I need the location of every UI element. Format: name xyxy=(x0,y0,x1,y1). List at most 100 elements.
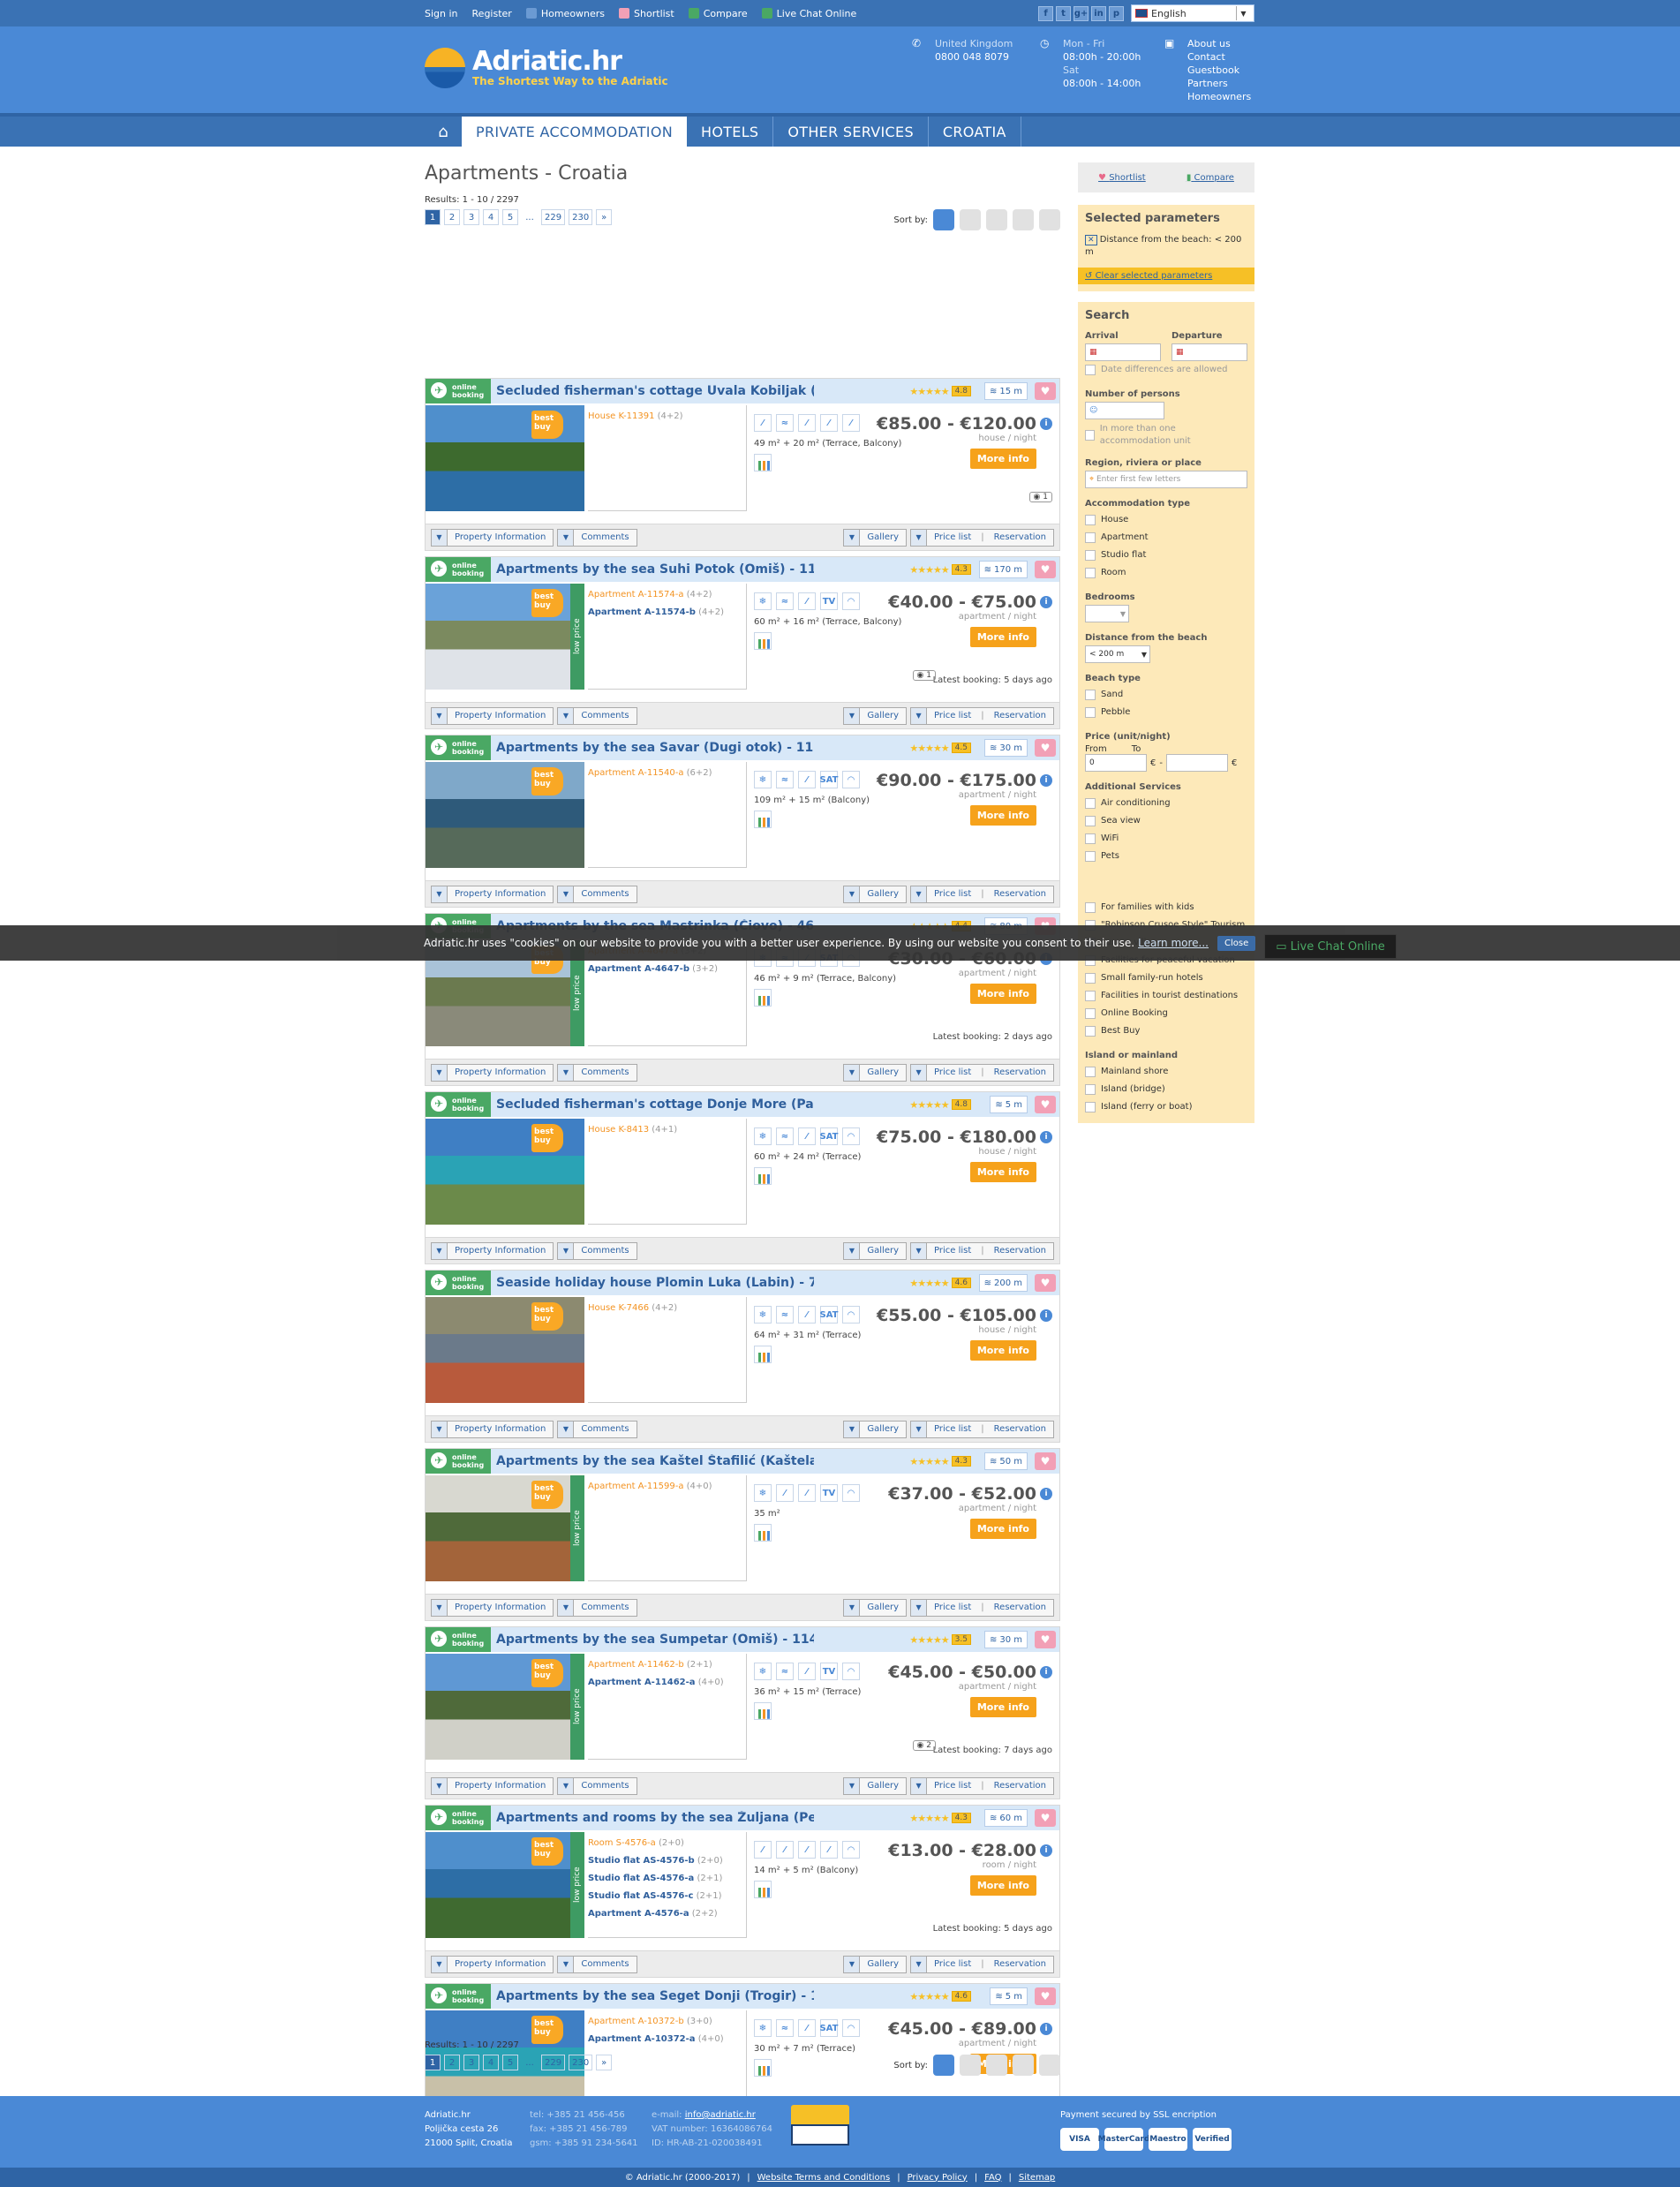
sort-rating-icon[interactable] xyxy=(1013,2055,1034,2076)
listing-title[interactable]: Seaside holiday house Plomin Luka (Labin… xyxy=(496,1276,814,1290)
unit-row[interactable]: Apartment A-11574-a (4+2) xyxy=(588,586,746,604)
sort-recommended-icon[interactable] xyxy=(933,209,954,230)
checkbox[interactable] xyxy=(1085,798,1096,809)
distance-select[interactable]: < 200 m ▼ xyxy=(1085,645,1150,663)
info-icon[interactable]: i xyxy=(1040,1131,1052,1143)
unit-row[interactable]: House K-7466 (4+2) xyxy=(588,1300,746,1317)
page-link[interactable]: 5 xyxy=(502,2055,518,2070)
property-information-button[interactable]: ▼ Property Information xyxy=(431,1420,554,1438)
nav-item-1[interactable]: HOTELS xyxy=(687,117,774,147)
page-link[interactable]: 2 xyxy=(444,2055,460,2070)
checkbox-option[interactable]: House xyxy=(1085,511,1247,529)
unit-row[interactable]: Studio flat AS-4576-b (2+0) xyxy=(588,1852,746,1870)
checkbox[interactable] xyxy=(1085,707,1096,718)
checkbox[interactable] xyxy=(1085,1067,1096,1077)
checkbox[interactable] xyxy=(1085,1102,1096,1112)
checkbox[interactable] xyxy=(1085,365,1096,375)
checkbox-option[interactable]: Best Buy xyxy=(1085,1022,1247,1040)
sort-rating-icon[interactable] xyxy=(1013,209,1034,230)
clear-parameters-link[interactable]: ↺ Clear selected parameters xyxy=(1078,268,1254,284)
checkbox-option[interactable]: Air conditioning xyxy=(1085,795,1247,812)
checkbox-option[interactable]: Sand xyxy=(1085,686,1247,704)
more-info-button[interactable]: More info xyxy=(969,1697,1036,1717)
nav-item-3[interactable]: CROATIA xyxy=(929,117,1021,147)
checkbox-option[interactable]: Room xyxy=(1085,564,1247,582)
add-shortlist-heart-icon[interactable]: ♥ xyxy=(1035,382,1056,400)
checkbox[interactable] xyxy=(1085,851,1096,862)
price-list-label[interactable]: Price list xyxy=(927,1959,978,1969)
sort-distance-icon[interactable] xyxy=(986,209,1007,230)
unit-name[interactable]: Studio flat AS-4576-a xyxy=(588,1874,694,1883)
reservation-label[interactable]: Reservation xyxy=(987,1781,1053,1791)
listing-photo[interactable]: best buy xyxy=(426,762,584,868)
unit-name[interactable]: Apartment A-4576-a xyxy=(588,1909,689,1919)
page-link[interactable]: 229 xyxy=(541,2055,566,2070)
listing-title[interactable]: Secluded fisherman's cottage Uvala Kobil… xyxy=(496,384,814,398)
sort-distance-icon[interactable] xyxy=(986,2055,1007,2076)
checkbox[interactable] xyxy=(1085,532,1096,543)
gallery-button[interactable]: ▼ Gallery xyxy=(843,1241,908,1260)
unit-name[interactable]: House K-7466 xyxy=(588,1303,649,1313)
listing-title[interactable]: Apartments by the sea Kaštel Štafilić (K… xyxy=(496,1454,814,1468)
cookie-close-button[interactable]: Close xyxy=(1217,935,1256,951)
checkbox-option[interactable]: WiFi xyxy=(1085,830,1247,848)
page-link[interactable]: 229 xyxy=(541,209,566,225)
checkbox[interactable] xyxy=(1085,902,1096,913)
compare-chart-icon[interactable] xyxy=(754,811,772,828)
more-info-button[interactable]: More info xyxy=(969,805,1036,826)
top-link-2[interactable]: Homeowners xyxy=(525,8,605,19)
unit-row[interactable]: House K-8413 (4+1) xyxy=(588,1121,746,1139)
comments-button[interactable]: ▼ Comments xyxy=(557,1598,637,1617)
page-link[interactable]: 230 xyxy=(569,209,593,225)
compare-link[interactable]: ▮ Compare xyxy=(1187,173,1234,183)
unit-row[interactable]: House K-11391 (4+2) xyxy=(588,408,746,426)
checkbox[interactable] xyxy=(1085,991,1096,1001)
compare-chart-icon[interactable] xyxy=(754,1524,772,1542)
checkbox[interactable] xyxy=(1085,550,1096,561)
price-list-label[interactable]: Price list xyxy=(927,1424,978,1434)
persons-input[interactable]: ☺ xyxy=(1085,402,1164,419)
reservation-label[interactable]: Reservation xyxy=(987,1067,1053,1077)
property-information-button[interactable]: ▼ Property Information xyxy=(431,1063,554,1082)
gallery-button[interactable]: ▼ Gallery xyxy=(843,528,908,547)
unit-name[interactable]: Room S-4576-a xyxy=(588,1838,656,1848)
page-link[interactable]: 1 xyxy=(425,2055,441,2070)
unit-name[interactable]: Apartment A-11462-b xyxy=(588,1660,684,1670)
gallery-button[interactable]: ▼ Gallery xyxy=(843,706,908,725)
unit-name[interactable]: Apartment A-11462-a xyxy=(588,1678,696,1687)
more-info-button[interactable]: More info xyxy=(969,449,1036,469)
page-link[interactable]: 1 xyxy=(425,209,441,225)
add-shortlist-heart-icon[interactable]: ♥ xyxy=(1035,561,1056,578)
compare-chart-icon[interactable] xyxy=(754,1167,772,1185)
departure-input[interactable]: ▦ xyxy=(1171,343,1247,361)
unit-name[interactable]: House K-11391 xyxy=(588,411,654,421)
add-shortlist-heart-icon[interactable]: ♥ xyxy=(1035,1987,1056,2005)
checkbox[interactable] xyxy=(1085,568,1096,578)
price-list-label[interactable]: Price list xyxy=(927,1067,978,1077)
top-link-0[interactable]: Sign in xyxy=(425,8,458,19)
listing-photo[interactable]: best buy low price xyxy=(426,584,584,690)
add-shortlist-heart-icon[interactable]: ♥ xyxy=(1035,1452,1056,1470)
price-reservation-group[interactable]: ▼Price list|Reservation xyxy=(910,1955,1054,1973)
comments-button[interactable]: ▼ Comments xyxy=(557,706,637,725)
top-link-4[interactable]: Compare xyxy=(688,8,748,19)
compare-chart-icon[interactable] xyxy=(754,1702,772,1720)
add-shortlist-heart-icon[interactable]: ♥ xyxy=(1035,1096,1056,1113)
page-link[interactable]: 3 xyxy=(463,209,479,225)
info-icon[interactable]: i xyxy=(1040,596,1052,608)
listing-title[interactable]: Apartments and rooms by the sea Žuljana … xyxy=(496,1811,814,1825)
nav-item-2[interactable]: OTHER SERVICES xyxy=(773,117,929,147)
gallery-button[interactable]: ▼ Gallery xyxy=(843,1955,908,1973)
property-information-button[interactable]: ▼ Property Information xyxy=(431,706,554,725)
sort-recommended-icon[interactable] xyxy=(933,2055,954,2076)
compare-chart-icon[interactable] xyxy=(754,1346,772,1363)
comments-button[interactable]: ▼ Comments xyxy=(557,1776,637,1795)
linkedin-icon[interactable]: in xyxy=(1091,5,1106,21)
checkbox-option[interactable]: Online Booking xyxy=(1085,1005,1247,1022)
footer-link[interactable]: Privacy Policy xyxy=(908,2173,968,2183)
home-icon[interactable]: ⌂ xyxy=(425,117,462,147)
sort-size-icon[interactable] xyxy=(1039,209,1060,230)
gallery-button[interactable]: ▼ Gallery xyxy=(843,885,908,903)
gallery-button[interactable]: ▼ Gallery xyxy=(843,1776,908,1795)
unit-row[interactable]: Apartment A-11599-a (4+0) xyxy=(588,1478,746,1496)
